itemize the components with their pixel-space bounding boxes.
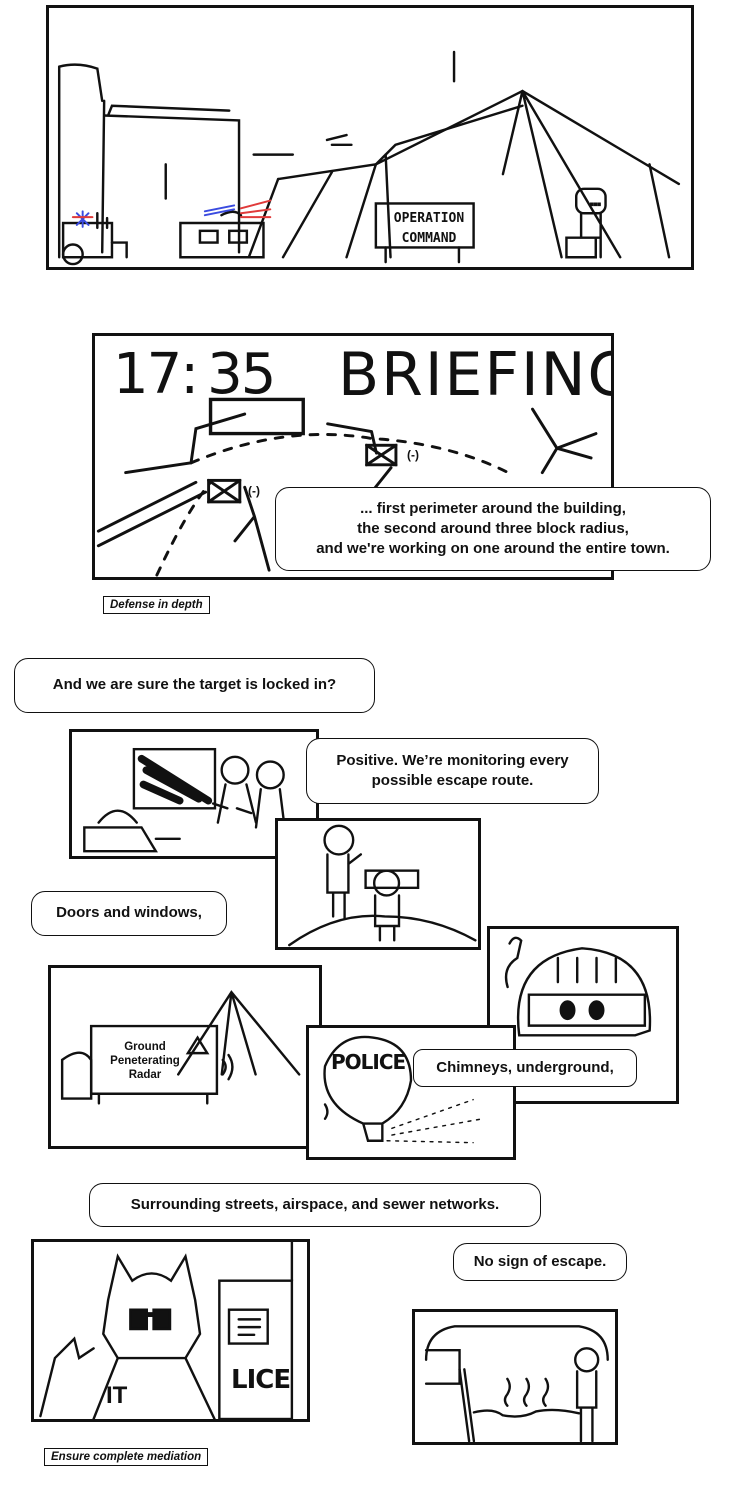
helmet-visor-label: ■■■ <box>590 201 601 208</box>
gpr-line-1: Ground <box>124 1041 166 1053</box>
clock-hour: 17: <box>113 342 199 407</box>
briefing-heading: BRIEFING <box>338 340 614 410</box>
panel-cat-ear-character: IT LICE <box>31 1239 310 1422</box>
panel-ground-radar: Ground Peneterating Radar <box>48 965 322 1149</box>
speech-bubble-surrounding: Surrounding streets, airspace, and sewer… <box>89 1183 541 1227</box>
gpr-line-3: Radar <box>128 1069 162 1081</box>
sign-line-operation: OPERATION <box>393 211 465 226</box>
panel-sewer <box>412 1309 618 1445</box>
speech-bubble-positive: Positive. We’re monitoring every possibl… <box>306 738 599 804</box>
clock-minutes: 35 <box>207 342 276 407</box>
scene-doors <box>288 824 477 947</box>
caption-ensure-complete-mediation: Ensure complete mediation <box>44 1448 209 1466</box>
police-balloon-label: POLICE <box>331 1050 406 1074</box>
panel-operation-command: OPERATION COMMAND ■■■ <box>46 5 694 270</box>
shirt-text: IT <box>106 1382 128 1409</box>
gpr-sign: Ground Peneterating Radar <box>93 1040 197 1082</box>
scene-sewer <box>424 1325 609 1442</box>
caption-defense-in-depth: Defense in depth <box>103 596 210 614</box>
briefing-clock: 17: 35 <box>113 342 276 407</box>
panel-doors <box>275 818 481 950</box>
panel-police-balloon: POLICE <box>306 1025 516 1160</box>
siren-lights <box>71 199 272 228</box>
map-marker-label-2: (-) <box>407 448 419 462</box>
gpr-line-2: Peneterating <box>110 1055 180 1067</box>
speech-bubble-chimneys: Chimneys, underground, <box>413 1049 637 1087</box>
operation-command-sign: OPERATION COMMAND <box>380 209 478 252</box>
speech-bubble-target-locked: And we are sure the target is locked in? <box>14 658 375 713</box>
sign-line-command: COMMAND <box>401 231 457 246</box>
speech-bubble-no-escape: No sign of escape. <box>453 1243 627 1281</box>
speech-bubble-doors-windows: Doors and windows, <box>31 891 227 936</box>
map-marker-label: (-) <box>248 484 260 498</box>
police-sign-fragment: LICE <box>231 1365 291 1395</box>
scene-police-balloon <box>323 1035 484 1144</box>
speech-bubble-perimeters: ... first perimeter around the building,… <box>275 487 711 571</box>
